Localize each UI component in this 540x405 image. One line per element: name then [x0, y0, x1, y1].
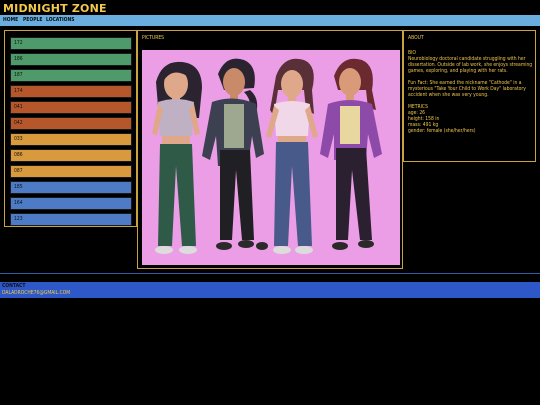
about-heading: ABOUT	[408, 35, 424, 41]
character-figure-4	[320, 58, 382, 250]
bio-text: Neurobiology doctoral candidate struggli…	[408, 56, 533, 74]
list-item-186[interactable]: 186	[10, 53, 132, 66]
list-item-087[interactable]: 087	[10, 165, 132, 178]
list-item-185[interactable]: 185	[10, 181, 132, 194]
about-content: BIO Neurobiology doctoral candidate stru…	[408, 50, 534, 140]
list-item-174[interactable]: 174	[10, 85, 132, 98]
nav-bar: HOME PEOPLE LOCATIONS	[0, 15, 540, 26]
list-item-172[interactable]: 172	[10, 37, 132, 50]
list-item-041[interactable]: 041	[10, 101, 132, 114]
about-panel: ABOUT BIO Neurobiology doctoral candidat…	[403, 30, 536, 162]
metric-gender: gender: female (she/her/hers)	[408, 128, 476, 134]
nav-locations-link[interactable]: LOCATIONS	[46, 15, 74, 26]
character-figure-1	[152, 61, 202, 254]
character-lineup-image	[142, 50, 400, 265]
list-item-123[interactable]: 123	[10, 213, 132, 226]
nav-people-link[interactable]: PEOPLE	[23, 15, 42, 26]
pictures-heading: PICTURES	[142, 35, 165, 41]
character-figure-2	[202, 58, 268, 250]
footer-divider	[0, 273, 540, 274]
list-item-033[interactable]: 033	[10, 133, 132, 146]
site-title: MIDNIGHT ZONE	[3, 2, 107, 15]
list-item-042[interactable]: 042	[10, 117, 132, 130]
footer: CONTACT DALADROCHE76@GMAIL.COM	[0, 282, 540, 298]
contact-email-link[interactable]: DALADROCHE76@GMAIL.COM	[2, 290, 70, 296]
list-item-086[interactable]: 086	[10, 149, 132, 162]
list-item-187[interactable]: 187	[10, 69, 132, 82]
character-list-panel: 172 186 187 174 041 042 033 086 087 185 …	[4, 30, 137, 227]
fun-fact-text: Fun Fact: She earned the nickname "Catho…	[408, 80, 526, 98]
nav-home-link[interactable]: HOME	[3, 15, 18, 26]
character-figure-3	[266, 58, 318, 254]
contact-label: CONTACT	[2, 283, 26, 289]
list-item-164[interactable]: 164	[10, 197, 132, 210]
pictures-panel: PICTURES	[137, 30, 403, 269]
